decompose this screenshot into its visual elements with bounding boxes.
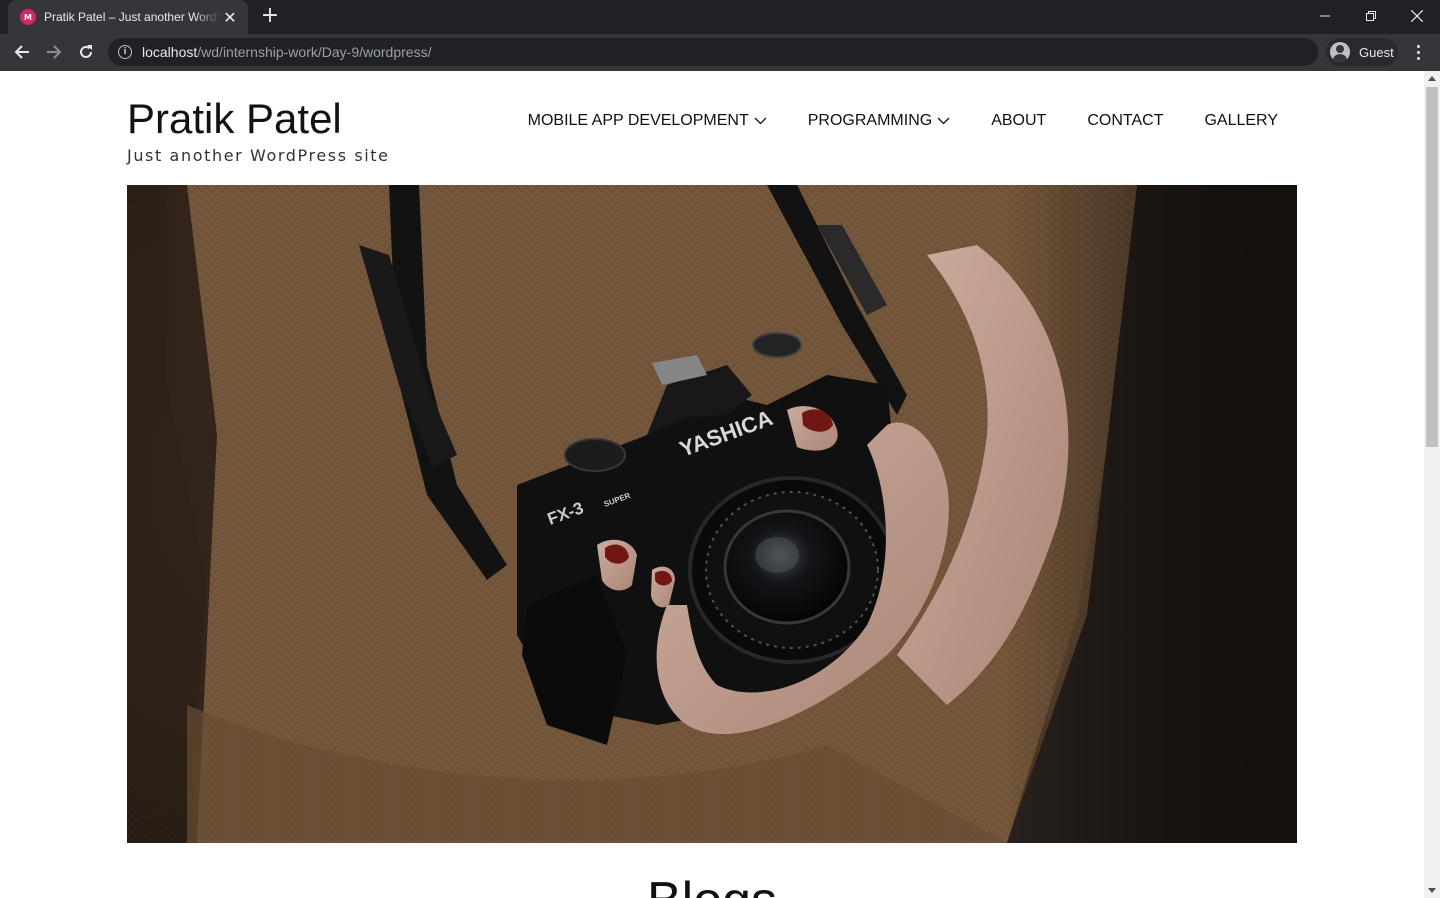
info-icon[interactable]: i [118,45,132,59]
hero-image: YASHICA FX-3 SUPER [127,185,1297,843]
site-description: Just another WordPress site [127,146,390,165]
nav-item-gallery[interactable]: GALLERY [1204,112,1278,130]
back-button[interactable] [8,38,36,66]
url-text: localhost/wd/internship-work/Day-9/wordp… [142,44,432,60]
scrollbar-thumb[interactable] [1426,87,1438,447]
browser-toolbar: i localhost/wd/internship-work/Day-9/wor… [0,34,1440,71]
site-title[interactable]: Pratik Patel [127,95,342,143]
close-tab-icon[interactable]: ✕ [222,8,238,27]
browser-tab[interactable]: M Pratik Patel – Just another WordPress … [8,0,248,34]
primary-navigation: MOBILE APP DEVELOPMENT PROGRAMMING ABOUT… [528,112,1278,130]
reload-icon [80,45,92,58]
new-tab-button[interactable]: + [258,4,282,28]
tab-title: Pratik Patel – Just another WordPress si… [44,10,220,24]
blogs-heading: Blogs [0,871,1424,898]
address-bar[interactable]: i localhost/wd/internship-work/Day-9/wor… [108,38,1318,66]
arrow-right-icon [47,45,62,59]
favicon-icon: M [20,9,36,25]
page-viewport: Pratik Patel Just another WordPress site… [0,71,1424,898]
nav-item-contact[interactable]: CONTACT [1087,112,1163,130]
scroll-up-icon[interactable] [1428,76,1436,81]
page-scrollbar[interactable] [1424,71,1440,898]
scroll-down-icon[interactable] [1428,888,1436,893]
restore-icon [1366,11,1376,21]
chevron-down-icon [937,117,950,125]
nav-item-about[interactable]: ABOUT [991,112,1046,130]
avatar-icon [1330,42,1350,62]
nav-item-mobile-app-development[interactable]: MOBILE APP DEVELOPMENT [528,112,767,130]
restore-button[interactable] [1348,0,1394,32]
chevron-down-icon [754,117,767,125]
nav-item-programming[interactable]: PROGRAMMING [808,112,950,130]
close-icon [1411,10,1423,22]
profile-button[interactable]: Guest [1326,38,1398,66]
reload-button[interactable] [72,38,100,66]
minimize-button[interactable] [1302,0,1348,32]
browser-menu-icon[interactable] [1406,38,1430,66]
camera-photo: YASHICA FX-3 SUPER [127,185,1297,843]
profile-label: Guest [1359,44,1394,60]
minimize-icon [1320,15,1330,17]
close-window-button[interactable] [1394,0,1440,32]
arrow-left-icon [14,45,29,59]
browser-tab-bar: M Pratik Patel – Just another WordPress … [0,0,1440,34]
forward-button[interactable] [40,38,68,66]
